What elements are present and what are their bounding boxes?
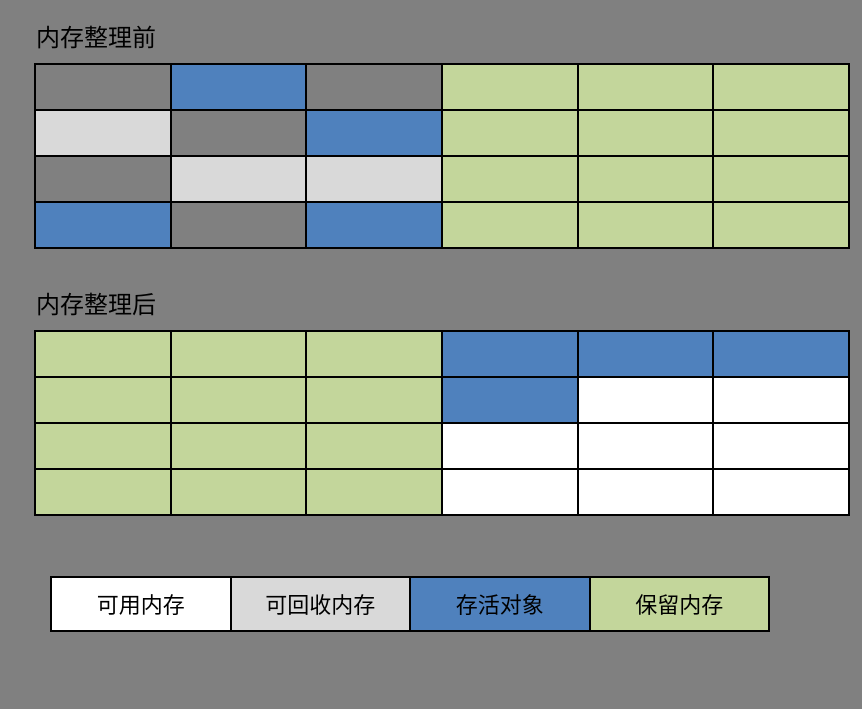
memory-cell [442, 110, 578, 156]
memory-cell [713, 469, 849, 515]
memory-cell [442, 377, 578, 423]
memory-cell [306, 64, 442, 110]
memory-cell [306, 156, 442, 202]
memory-cell [35, 469, 171, 515]
memory-cell [306, 377, 442, 423]
memory-cell [171, 156, 307, 202]
legend-item: 存活对象 [410, 577, 590, 631]
memory-cell [171, 331, 307, 377]
memory-cell [171, 202, 307, 248]
memory-cell [306, 469, 442, 515]
memory-cell [578, 331, 714, 377]
memory-cell [171, 469, 307, 515]
memory-cell [578, 156, 714, 202]
memory-cell [578, 377, 714, 423]
memory-cell [713, 110, 849, 156]
memory-cell [171, 377, 307, 423]
memory-cell [35, 377, 171, 423]
legend-label: 存活对象 [456, 588, 544, 620]
diagram-container: 内存整理前 内存整理后 可用内存 可回收内存 存活对象 保留内存 [0, 0, 862, 632]
legend: 可用内存 可回收内存 存活对象 保留内存 [50, 576, 770, 632]
memory-cell [442, 469, 578, 515]
memory-cell [442, 331, 578, 377]
memory-cell [306, 202, 442, 248]
memory-cell [35, 202, 171, 248]
legend-label: 可回收内存 [265, 588, 375, 620]
legend-item: 可用内存 [51, 577, 231, 631]
memory-cell [171, 64, 307, 110]
memory-cell [442, 64, 578, 110]
memory-cell [578, 423, 714, 469]
memory-cell [442, 423, 578, 469]
memory-cell [713, 156, 849, 202]
memory-cell [171, 110, 307, 156]
title-after: 内存整理后 [0, 267, 862, 330]
memory-cell [306, 110, 442, 156]
memory-cell [578, 64, 714, 110]
memory-cell [35, 423, 171, 469]
memory-cell [306, 423, 442, 469]
memory-cell [578, 110, 714, 156]
memory-cell [713, 377, 849, 423]
memory-cell [35, 64, 171, 110]
memory-cell [442, 202, 578, 248]
memory-cell [713, 64, 849, 110]
title-before: 内存整理前 [0, 0, 862, 63]
spacer [0, 249, 862, 267]
legend-label: 保留内存 [635, 588, 723, 620]
memory-cell [713, 423, 849, 469]
legend-label: 可用内存 [97, 588, 185, 620]
legend-item: 可回收内存 [231, 577, 411, 631]
memory-cell [578, 469, 714, 515]
memory-grid-before [34, 63, 850, 249]
memory-cell [35, 331, 171, 377]
memory-cell [442, 156, 578, 202]
memory-cell [35, 110, 171, 156]
memory-cell [713, 202, 849, 248]
legend-item: 保留内存 [590, 577, 770, 631]
memory-cell [713, 331, 849, 377]
memory-grid-after [34, 330, 850, 516]
memory-cell [306, 331, 442, 377]
memory-cell [578, 202, 714, 248]
memory-cell [35, 156, 171, 202]
memory-cell [171, 423, 307, 469]
